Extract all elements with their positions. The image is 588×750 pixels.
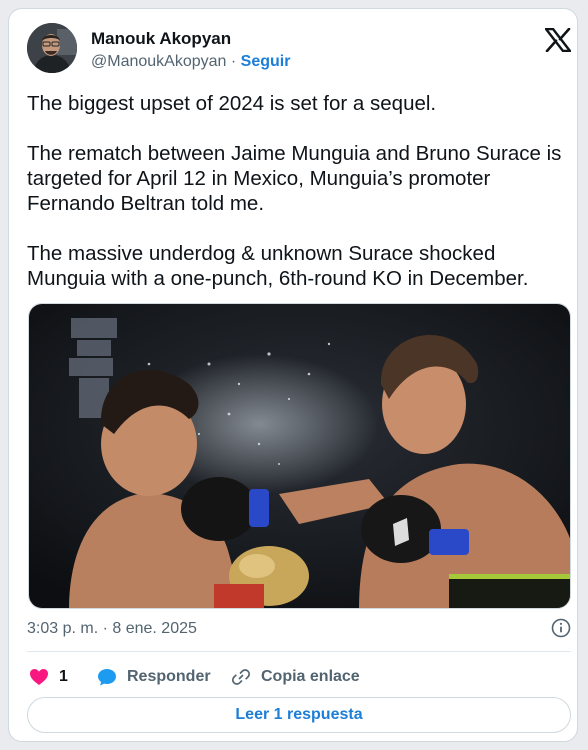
heart-icon (29, 668, 49, 686)
reply-label: Responder (127, 668, 211, 685)
x-logo-icon[interactable] (544, 27, 572, 53)
author-name[interactable]: Manouk Akopyan (91, 29, 231, 49)
like-count: 1 (59, 668, 68, 685)
tweet-text: The biggest upset of 2024 is set for a s… (27, 91, 571, 316)
tweet-paragraph: The massive underdog & unknown Surace sh… (27, 242, 529, 290)
tweet-paragraph: The rematch between Jaime Munguia and Br… (27, 142, 562, 215)
tweet-card: Manouk Akopyan @ManoukAkopyan · Seguir T… (8, 8, 578, 742)
read-replies-button[interactable]: Leer 1 respuesta (27, 697, 571, 733)
separator: · (226, 53, 241, 70)
info-icon[interactable] (551, 618, 571, 638)
author-handle-row: @ManoukAkopyan · Seguir (91, 53, 290, 71)
reply-button[interactable]: Responder (97, 665, 211, 689)
link-icon (231, 667, 251, 687)
copy-link-label: Copia enlace (261, 668, 360, 685)
tweet-timestamp[interactable]: 3:03 p. m. · 8 ene. 2025 (27, 620, 197, 638)
author-handle[interactable]: @ManoukAkopyan (91, 53, 226, 70)
speech-bubble-icon (97, 667, 117, 687)
follow-button[interactable]: Seguir (241, 53, 291, 70)
tweet-paragraph: The biggest upset of 2024 is set for a s… (27, 92, 437, 115)
avatar[interactable] (27, 23, 77, 73)
copy-link-button[interactable]: Copia enlace (231, 665, 360, 689)
like-button[interactable]: 1 (29, 665, 68, 689)
divider (27, 651, 571, 652)
tweet-photo[interactable] (28, 303, 571, 609)
